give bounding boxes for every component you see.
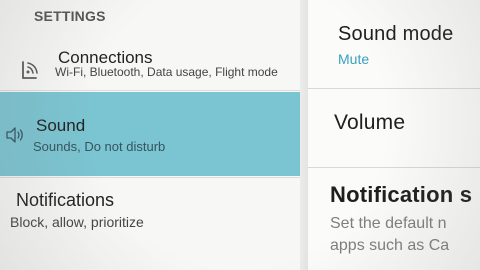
settings-item-connections-subtitle: Wi-Fi, Bluetooth, Data usage, Flight mod… — [55, 65, 278, 79]
connections-icon — [18, 58, 40, 82]
pane-separator — [300, 0, 308, 270]
settings-item-sound[interactable]: Sound Sounds, Do not disturb — [0, 92, 300, 176]
details-divider — [308, 167, 480, 168]
details-divider — [308, 88, 480, 89]
settings-item-sound-label: Sound — [36, 116, 86, 135]
settings-item-notifications-label: Notifications — [16, 190, 115, 210]
sound-details-pane: Sound mode Mute Volume Notification s Se… — [308, 0, 480, 270]
notification-sounds-description: Set the default n apps such as Ca — [330, 213, 449, 257]
sound-mode-title[interactable]: Sound mode — [338, 23, 453, 46]
notification-description-line-2: apps such as Ca — [330, 237, 450, 254]
settings-section-header: SETTINGS — [34, 8, 106, 24]
settings-item-notifications-subtitle: Block, allow, prioritize — [10, 214, 144, 230]
notification-description-line-1: Set the default n — [330, 215, 447, 232]
sound-icon — [4, 123, 26, 147]
list-divider — [0, 90, 300, 91]
settings-list-pane: SETTINGS Connections Wi-Fi, Bluetooth, D… — [0, 0, 300, 270]
sound-mode-value: Mute — [338, 51, 370, 67]
settings-item-connections[interactable]: Connections Wi-Fi, Bluetooth, Data usage… — [0, 34, 300, 89]
settings-item-notifications[interactable]: Notifications Block, allow, prioritize — [0, 178, 300, 270]
volume-title[interactable]: Volume — [334, 111, 405, 135]
settings-item-sound-subtitle: Sounds, Do not disturb — [33, 139, 166, 154]
notification-sounds-title[interactable]: Notification s — [330, 182, 472, 208]
settings-screen: SETTINGS Connections Wi-Fi, Bluetooth, D… — [0, 0, 480, 270]
